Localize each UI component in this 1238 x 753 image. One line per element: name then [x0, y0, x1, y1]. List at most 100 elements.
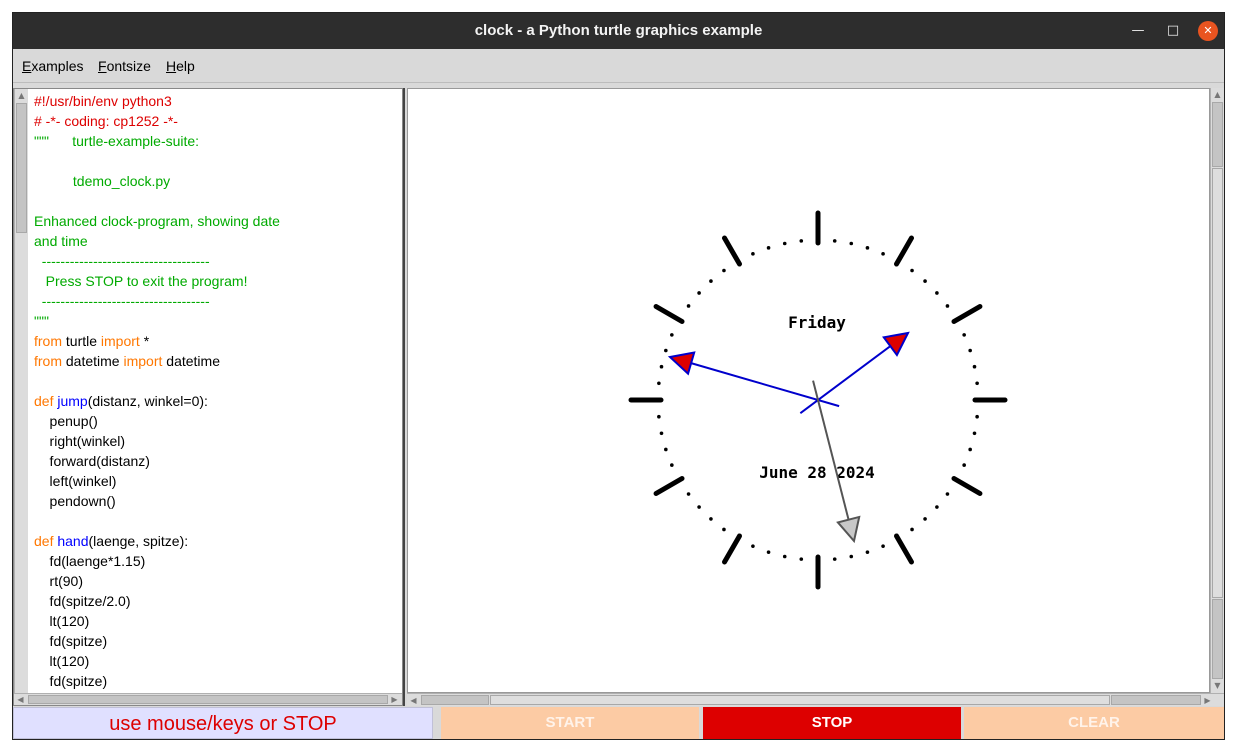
canvas-hscroll-thumb[interactable]	[490, 695, 1110, 705]
canvas-vscroll-thumb[interactable]	[1212, 168, 1223, 598]
canvas-vertical-scrollbar[interactable]: ▲ ▼	[1210, 88, 1224, 693]
minute-dot	[865, 246, 870, 250]
minute-dot	[686, 304, 691, 308]
minute-dot	[751, 252, 755, 256]
menu-examples[interactable]: Examples	[22, 49, 83, 83]
minute-dot	[709, 279, 713, 283]
canvas-hscroll-right-segment[interactable]	[1111, 695, 1201, 705]
minute-dot	[975, 381, 979, 386]
hour-tick	[722, 235, 742, 267]
canvas-scroll-right-arrow-icon[interactable]: ▶	[1202, 695, 1213, 706]
menu-fontsize[interactable]: Fontsize	[98, 49, 151, 83]
code-token: datetime	[162, 353, 220, 369]
app-window: clock - a Python turtle graphics example…	[12, 12, 1225, 740]
code-token: penup()	[34, 413, 98, 429]
minute-dot	[910, 527, 914, 532]
minute-dot	[664, 447, 668, 452]
code-token: fd(spitze)	[34, 633, 108, 649]
turtle-canvas[interactable]: Friday June 28 2024	[407, 88, 1210, 693]
code-token: ------------------------------------	[34, 293, 210, 309]
code-token: # -*- coding: cp1252 -*-	[34, 113, 178, 129]
minute-dot	[782, 241, 787, 246]
minute-dot	[832, 239, 837, 243]
code-line: tdemo_clock.py	[34, 171, 398, 191]
second-hand-tip	[836, 515, 861, 544]
menu-help[interactable]: Help	[166, 49, 195, 83]
code-token: """	[34, 313, 49, 329]
minute-dot	[972, 364, 977, 369]
start-button[interactable]: START	[441, 707, 699, 739]
code-token: (laenge, spitze):	[88, 533, 189, 549]
code-line: left(winkel)	[34, 471, 398, 491]
clear-button[interactable]: CLEAR	[964, 707, 1224, 739]
hour-tick	[894, 235, 914, 267]
hour-hand-tip	[667, 351, 696, 376]
clock-hands	[667, 331, 910, 544]
code-line: and time	[34, 231, 398, 251]
minute-hand-tip	[882, 331, 910, 357]
clock-drawing: Friday June 28 2024	[628, 210, 1008, 590]
menu-bar: Examples Fontsize Help	[13, 49, 1224, 83]
minute-dot	[881, 252, 885, 256]
code-token: jump	[57, 393, 88, 409]
canvas-horizontal-scrollbar[interactable]: ◀ ▶	[407, 693, 1224, 706]
hour-tick	[951, 476, 983, 496]
minute-dot	[968, 348, 972, 353]
minute-dot	[751, 544, 755, 548]
code-vscroll-thumb[interactable]	[16, 103, 27, 233]
scroll-left-arrow-icon[interactable]: ◀	[15, 694, 26, 705]
stop-button[interactable]: STOP	[703, 707, 961, 739]
code-line: fd(spitze)	[34, 671, 398, 689]
canvas-scroll-up-arrow-icon[interactable]: ▲	[1212, 89, 1223, 100]
close-icon[interactable]: ✕	[1198, 21, 1218, 41]
minute-dot	[697, 291, 701, 295]
title-bar[interactable]: clock - a Python turtle graphics example…	[13, 13, 1224, 49]
code-line: from datetime import datetime	[34, 351, 398, 371]
code-token: fd(spitze)	[34, 673, 108, 689]
code-token: """ turtle-example-suite:	[34, 133, 200, 149]
minute-dot	[664, 348, 668, 353]
canvas-vscroll-top-segment[interactable]	[1212, 102, 1223, 167]
code-hscroll-thumb[interactable]	[28, 695, 388, 704]
code-token: #!/usr/bin/env python3	[34, 93, 172, 109]
code-line: ------------------------------------	[34, 251, 398, 271]
scroll-right-arrow-icon[interactable]: ▶	[389, 694, 400, 705]
code-line: forward(distanz)	[34, 451, 398, 471]
code-line: penup()	[34, 411, 398, 431]
minute-dot	[670, 463, 674, 467]
minute-dot	[935, 291, 939, 295]
minute-dot	[782, 554, 787, 559]
code-token: datetime	[62, 353, 124, 369]
code-vertical-scrollbar[interactable]: ▲	[14, 89, 28, 693]
code-line: Enhanced clock-program, showing date	[34, 211, 398, 231]
code-token: *	[139, 333, 150, 349]
minute-dot	[865, 550, 870, 554]
minute-dot	[766, 246, 771, 250]
code-line: # -*- coding: cp1252 -*-	[34, 111, 398, 131]
code-token: from	[34, 333, 62, 349]
canvas-scroll-left-arrow-icon[interactable]: ◀	[408, 695, 419, 706]
code-text[interactable]: #!/usr/bin/env python3 # -*- coding: cp12…	[34, 91, 398, 689]
code-line: """ turtle-example-suite:	[34, 131, 398, 151]
minute-dot	[910, 268, 914, 273]
minute-dot	[962, 333, 966, 337]
minimize-icon[interactable]: —	[1128, 21, 1148, 41]
code-token: left(winkel)	[34, 473, 117, 489]
scroll-up-arrow-icon[interactable]: ▲	[16, 90, 27, 101]
code-line: fd(laenge*1.15)	[34, 551, 398, 571]
code-horizontal-scrollbar[interactable]: ◀ ▶	[14, 693, 402, 705]
code-line: from turtle import *	[34, 331, 398, 351]
code-token: pendown()	[34, 493, 116, 509]
status-message: use mouse/keys or STOP	[13, 707, 433, 739]
canvas-hscroll-left-segment[interactable]	[421, 695, 489, 705]
minute-dot	[849, 241, 854, 246]
minute-dot	[659, 431, 664, 436]
canvas-vscroll-bottom-segment[interactable]	[1212, 599, 1223, 679]
code-editor[interactable]: #!/usr/bin/env python3 # -*- coding: cp12…	[13, 88, 403, 706]
canvas-scroll-down-arrow-icon[interactable]: ▼	[1212, 680, 1223, 691]
code-line: lt(120)	[34, 651, 398, 671]
maximize-icon[interactable]: □	[1163, 21, 1183, 41]
